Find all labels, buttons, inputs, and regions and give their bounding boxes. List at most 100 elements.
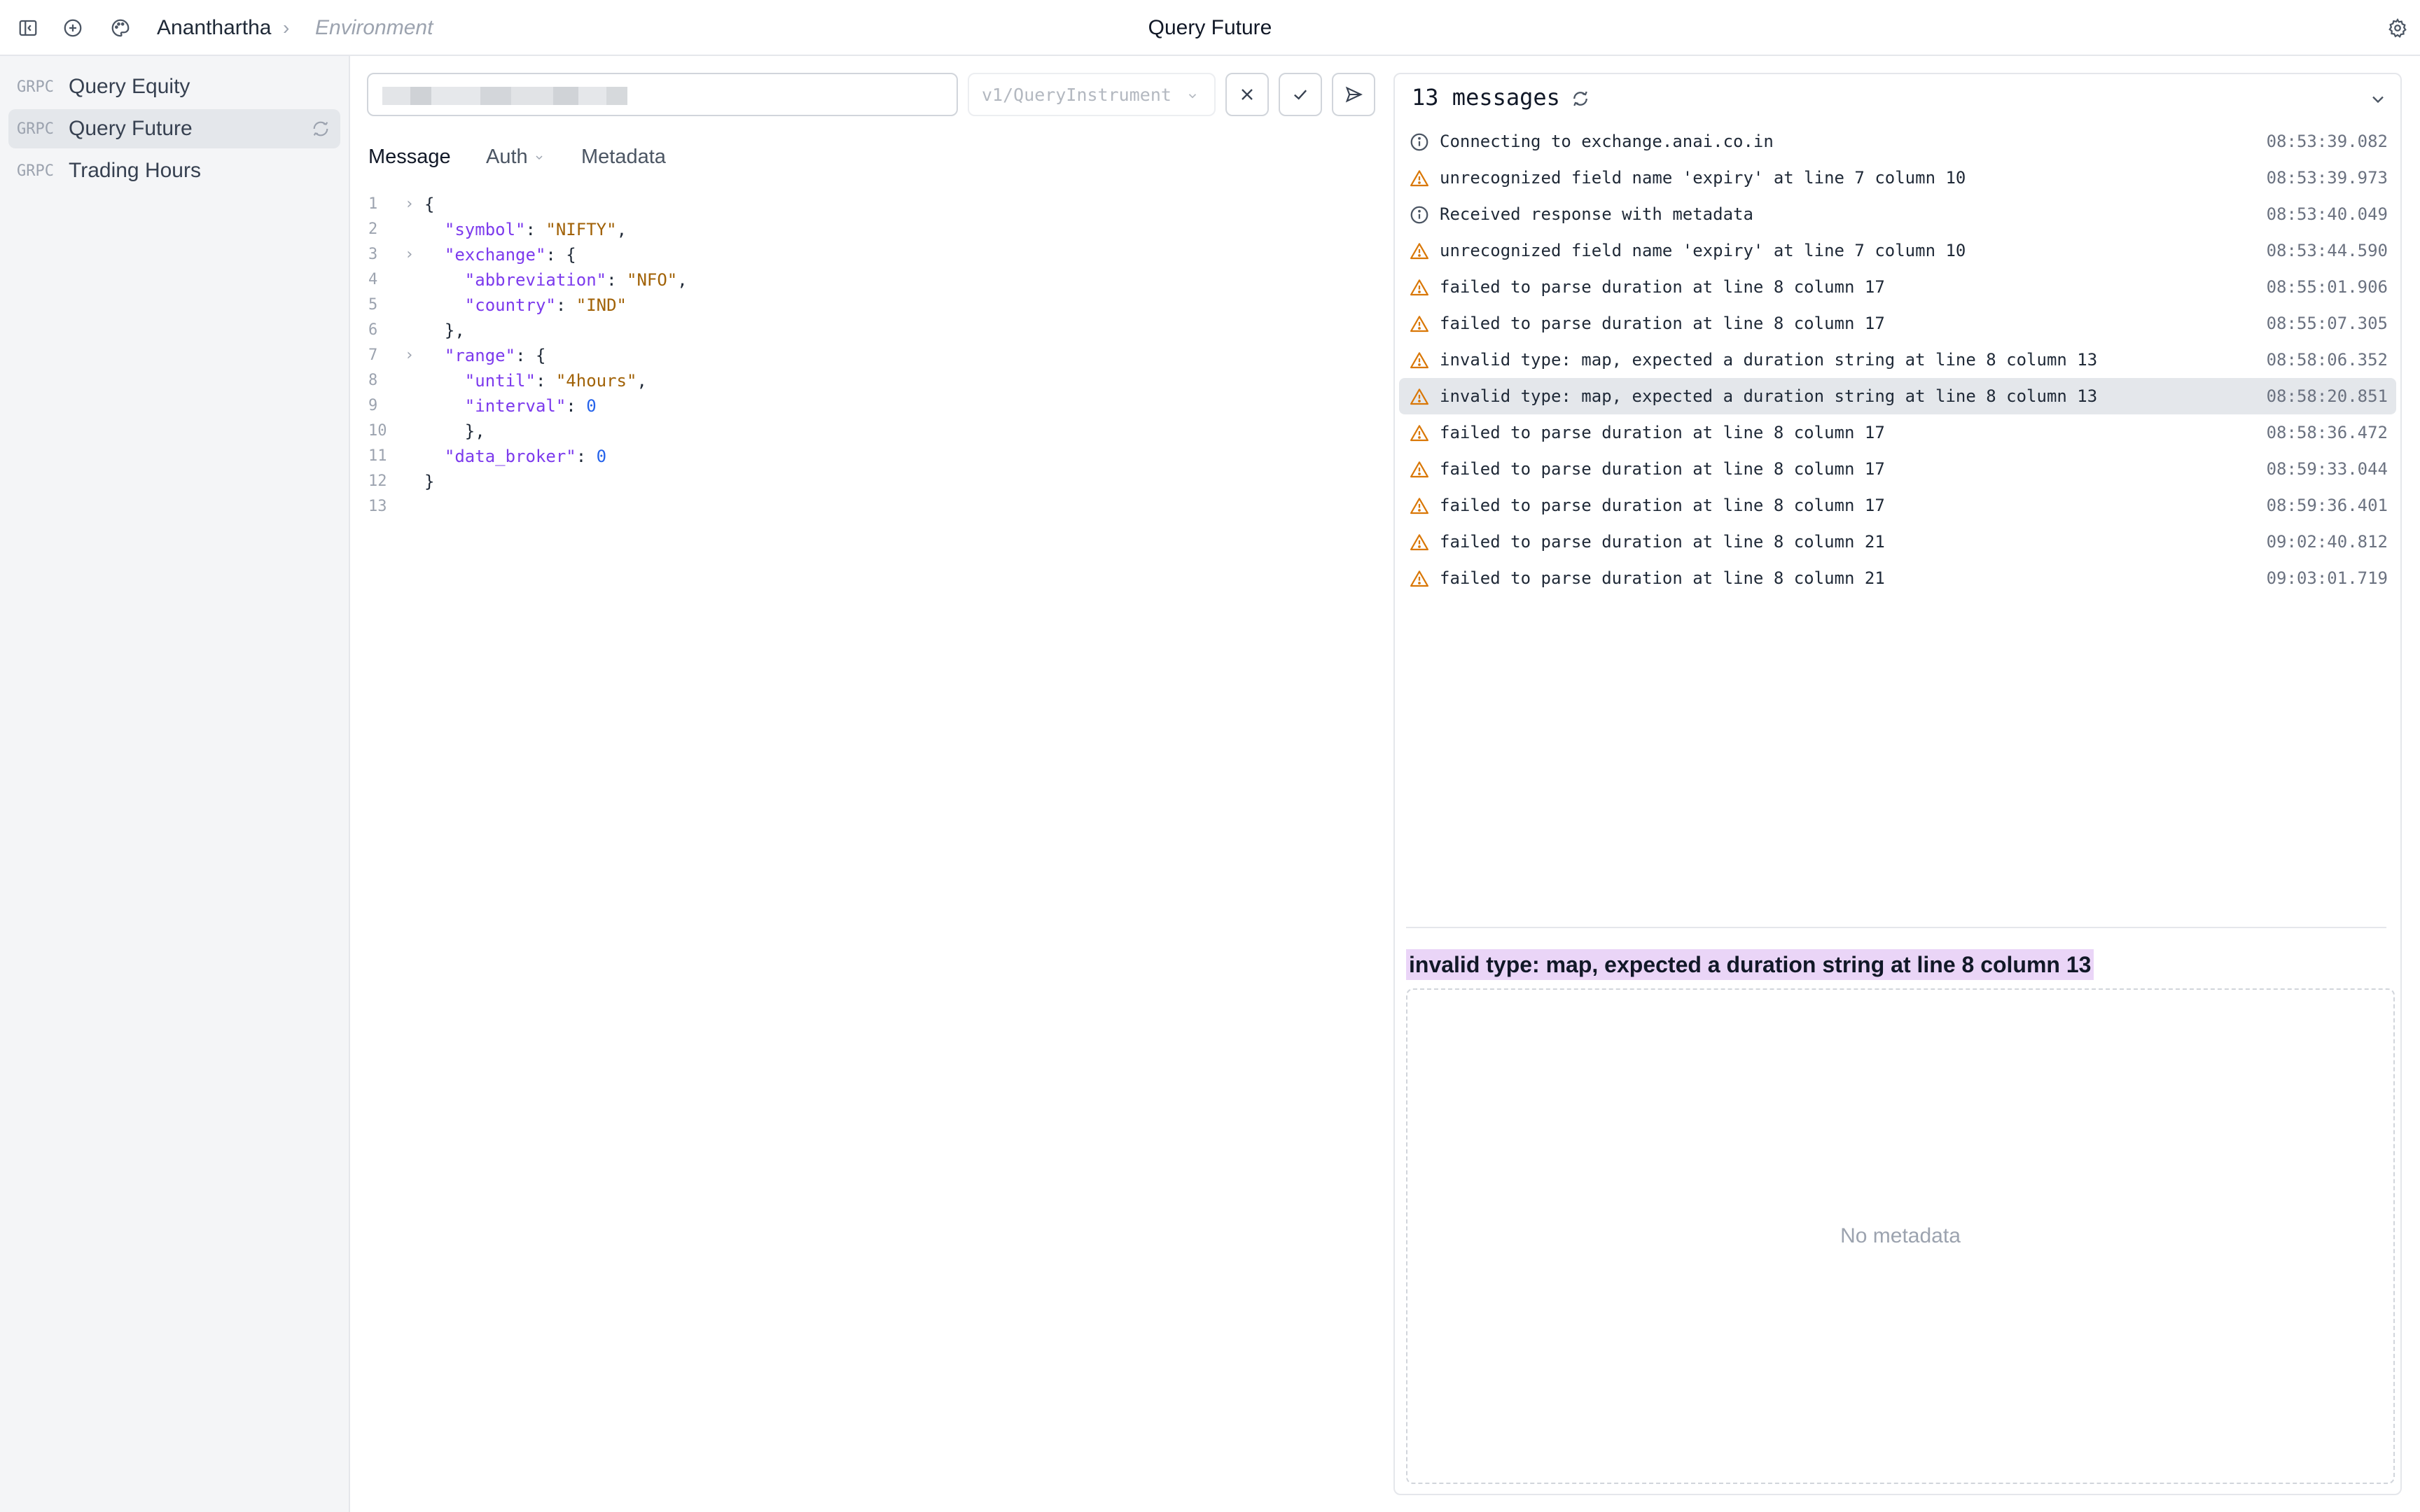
message-row[interactable]: failed to parse duration at line 8 colum… <box>1399 524 2396 560</box>
message-row[interactable]: failed to parse duration at line 8 colum… <box>1399 414 2396 451</box>
sidebar: GRPC Query Equity GRPC Query Future GRPC… <box>0 56 350 1512</box>
message-row[interactable]: failed to parse duration at line 8 colum… <box>1399 451 2396 487</box>
code-text: "data_broker": 0 <box>424 444 606 469</box>
message-timestamp: 08:58:20.851 <box>2266 386 2388 406</box>
tab-message[interactable]: Message <box>368 144 451 169</box>
code-line[interactable]: 11 "data_broker": 0 <box>368 444 1377 469</box>
message-row[interactable]: invalid type: map, expected a duration s… <box>1399 342 2396 378</box>
code-text: "range": { <box>424 343 546 368</box>
line-number: 7 <box>368 346 378 364</box>
page-title: Query Future <box>1148 16 1272 39</box>
send-button[interactable] <box>1332 73 1375 116</box>
chevron-down-icon[interactable] <box>2368 90 2388 109</box>
message-editor[interactable]: 1 ›{2 "symbol": "NIFTY", 3 › "exchange": {4… <box>368 192 1377 519</box>
line-number: 4 <box>368 271 378 288</box>
message-row[interactable]: unrecognized field name 'expiry' at line… <box>1399 232 2396 269</box>
method-select[interactable]: v1/QueryInstrument <box>968 73 1216 116</box>
json-punct <box>424 396 465 416</box>
json-key: "until" <box>464 371 536 391</box>
json-punct: }, <box>424 421 485 441</box>
url-input[interactable] <box>367 73 958 116</box>
message-text: invalid type: map, expected a duration s… <box>1440 350 2098 370</box>
warning-icon <box>1409 496 1430 517</box>
code-text: { <box>424 192 434 217</box>
sidebar-item-query-future[interactable]: GRPC Query Future <box>8 109 340 148</box>
json-string: "IND" <box>576 295 627 315</box>
message-row[interactable]: failed to parse duration at line 8 colum… <box>1399 487 2396 524</box>
code-text: "exchange": { <box>424 242 576 267</box>
code-line[interactable]: 13 <box>368 494 1377 519</box>
code-text: "interval": 0 <box>424 393 597 419</box>
message-text: invalid type: map, expected a duration s… <box>1440 386 2098 406</box>
line-number: 1 <box>368 195 378 213</box>
warning-icon <box>1409 350 1430 371</box>
line-number: 2 <box>368 220 378 238</box>
code-line[interactable]: 1 › { <box>368 192 1377 217</box>
empty-state-text: No metadata <box>1840 1224 1961 1247</box>
breadcrumb-separator: › <box>283 17 290 38</box>
message-row[interactable]: Connecting to exchange.anai.co.in 08:53:3… <box>1399 123 2396 160</box>
refresh-icon[interactable] <box>311 119 331 139</box>
refresh-icon[interactable] <box>1570 88 1591 109</box>
message-text: Connecting to exchange.anai.co.in <box>1440 132 1774 151</box>
line-number: 11 <box>368 447 387 465</box>
message-row[interactable]: unrecognized field name 'expiry' at line… <box>1399 160 2396 196</box>
code-line[interactable]: 12} <box>368 469 1377 494</box>
fold-chevron-icon[interactable]: › <box>405 343 419 368</box>
message-timestamp: 08:58:06.352 <box>2266 350 2388 370</box>
json-punct <box>424 371 465 391</box>
warning-icon <box>1409 168 1430 189</box>
json-key: "country" <box>464 295 556 315</box>
warning-icon <box>1409 532 1430 553</box>
message-timestamp: 08:59:36.401 <box>2266 496 2388 515</box>
code-line[interactable]: 3 › "exchange": { <box>368 242 1377 267</box>
method-select-value: v1/QueryInstrument <box>982 84 1171 105</box>
code-line[interactable]: 5 "country": "IND" <box>368 293 1377 318</box>
tab-metadata[interactable]: Metadata <box>581 144 666 169</box>
gear-icon[interactable] <box>2384 14 2412 42</box>
message-row[interactable]: failed to parse duration at line 8 colum… <box>1399 269 2396 305</box>
check-icon <box>1294 90 1307 100</box>
workspace-name[interactable]: Ananthartha <box>157 15 271 41</box>
json-punct <box>424 220 445 239</box>
code-line[interactable]: 6 }, <box>368 318 1377 343</box>
message-timestamp: 08:59:33.044 <box>2266 459 2388 479</box>
message-text: failed to parse duration at line 8 colum… <box>1440 459 1885 479</box>
message-row[interactable]: failed to parse duration at line 8 colum… <box>1399 560 2396 596</box>
palette-icon[interactable] <box>106 14 134 42</box>
json-punct: { <box>424 195 435 214</box>
line-number: 10 <box>368 422 387 440</box>
fold-chevron-icon[interactable]: › <box>405 192 419 217</box>
code-line[interactable]: 10 }, <box>368 419 1377 444</box>
json-key: "exchange" <box>444 245 546 265</box>
message-timestamp: 08:53:39.973 <box>2266 168 2388 188</box>
code-line[interactable]: 4 "abbreviation": "NFO", <box>368 267 1377 293</box>
code-line[interactable]: 8 "until": "4hours", <box>368 368 1377 393</box>
cancel-button[interactable] <box>1225 73 1269 116</box>
message-row[interactable]: invalid type: map, expected a duration s… <box>1399 378 2396 414</box>
plus-circle-icon[interactable] <box>59 14 87 42</box>
code-line[interactable]: 9 "interval": 0 <box>368 393 1377 419</box>
info-icon <box>1409 132 1430 153</box>
method-tag: GRPC <box>17 120 54 138</box>
warning-icon <box>1409 423 1430 444</box>
sidebar-item-query-equity[interactable]: GRPC Query Equity <box>8 67 340 106</box>
code-line[interactable]: 2 "symbol": "NIFTY", <box>368 217 1377 242</box>
sidebar-item-trading-hours[interactable]: GRPC Trading Hours <box>8 151 340 190</box>
line-number: 8 <box>368 372 378 389</box>
json-punct: , <box>616 220 627 239</box>
fold-chevron-icon[interactable]: › <box>405 242 419 267</box>
validate-button[interactable] <box>1279 73 1322 116</box>
environment-selector[interactable]: Environment <box>315 15 433 41</box>
message-timestamp: 09:03:01.719 <box>2266 568 2388 588</box>
message-timestamp: 08:53:40.049 <box>2266 204 2388 224</box>
json-key: "symbol" <box>444 220 526 239</box>
json-punct: : <box>525 220 546 239</box>
message-count: 13 messages <box>1412 84 1560 111</box>
code-line[interactable]: 7 › "range": { <box>368 343 1377 368</box>
sidebar-toggle-icon[interactable] <box>14 14 42 42</box>
message-row[interactable]: failed to parse duration at line 8 colum… <box>1399 305 2396 342</box>
message-row[interactable]: Received response with metadata 08:53:40.… <box>1399 196 2396 232</box>
sidebar-item-label: Query Equity <box>69 75 190 98</box>
tab-auth[interactable]: Auth <box>486 144 545 169</box>
